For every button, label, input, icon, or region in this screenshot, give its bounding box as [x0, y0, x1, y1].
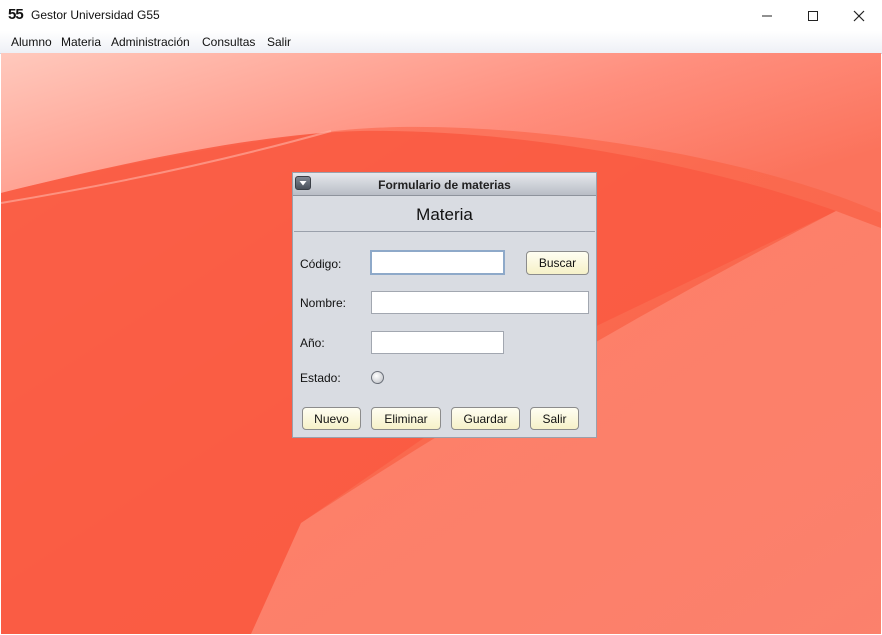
menu-bar: Alumno Materia Administración Consultas … — [0, 31, 882, 54]
codigo-input[interactable] — [370, 250, 505, 275]
internal-frame-title: Formulario de materias — [378, 178, 511, 192]
salir-button[interactable]: Salir — [530, 407, 579, 430]
title-bar: 55 Gestor Universidad G55 — [0, 0, 882, 31]
codigo-label: Código: — [300, 257, 342, 271]
anio-input[interactable] — [371, 331, 504, 354]
estado-radio[interactable] — [371, 371, 384, 384]
menu-consultas[interactable]: Consultas — [202, 35, 255, 49]
nombre-input[interactable] — [371, 291, 589, 314]
eliminar-button[interactable]: Eliminar — [371, 407, 441, 430]
menu-salir[interactable]: Salir — [267, 35, 291, 49]
maximize-icon — [808, 10, 818, 21]
menu-administracion[interactable]: Administración — [111, 35, 190, 49]
minimize-button[interactable] — [744, 0, 790, 31]
window-title: Gestor Universidad G55 — [31, 8, 160, 22]
guardar-button[interactable]: Guardar — [451, 407, 520, 430]
buscar-button[interactable]: Buscar — [526, 251, 589, 275]
materias-internal-frame: Formulario de materias Materia Código: B… — [292, 172, 597, 438]
anio-label: Año: — [300, 336, 325, 350]
internal-frame-titlebar[interactable]: Formulario de materias — [293, 173, 596, 196]
close-button[interactable] — [836, 0, 882, 31]
maximize-button[interactable] — [790, 0, 836, 31]
nuevo-button[interactable]: Nuevo — [302, 407, 361, 430]
form-heading: Materia — [416, 205, 473, 224]
menu-alumno[interactable]: Alumno — [11, 35, 52, 49]
minimize-icon — [762, 15, 772, 16]
heading-divider — [294, 231, 595, 232]
nombre-label: Nombre: — [300, 296, 347, 310]
close-icon — [853, 10, 865, 21]
app-icon: 55 — [8, 6, 24, 23]
desktop-pane: Formulario de materias Materia Código: B… — [1, 53, 881, 634]
estado-label: Estado: — [300, 371, 341, 385]
menu-materia[interactable]: Materia — [61, 35, 101, 49]
